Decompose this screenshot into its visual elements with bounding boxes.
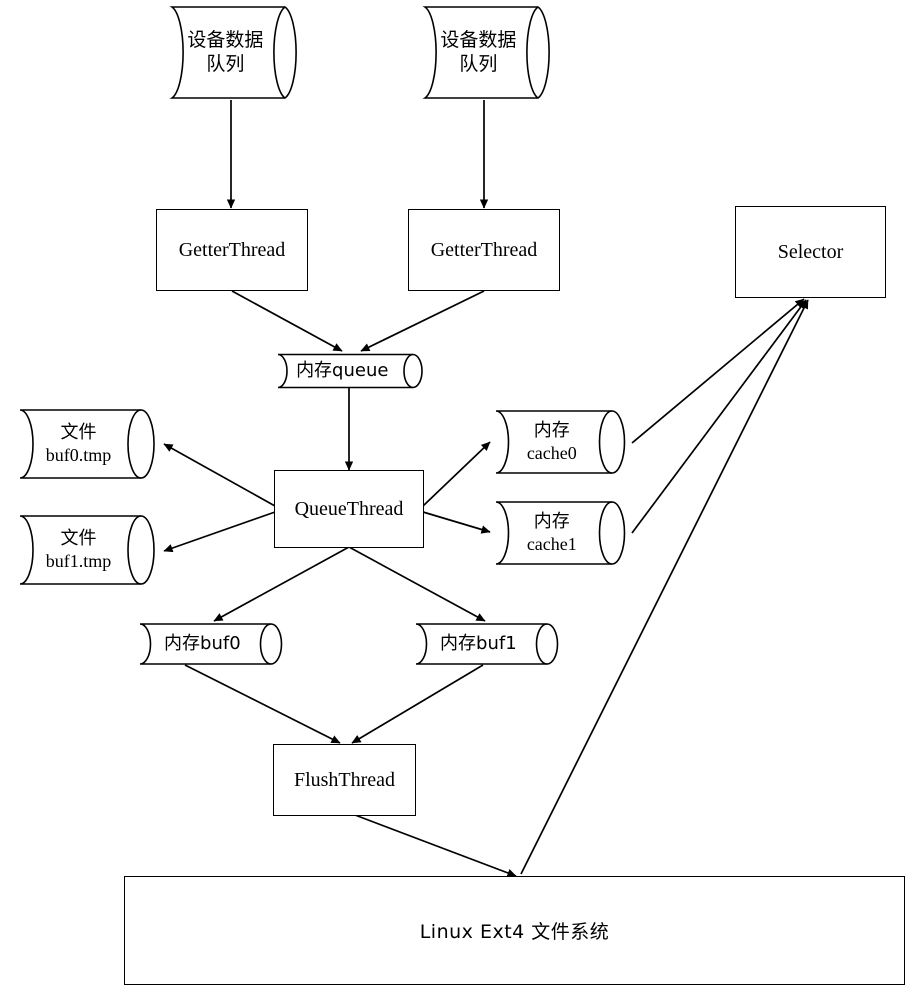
node-memory-buf1[interactable]: 内存buf1 xyxy=(406,622,565,666)
node-device-data-queue-right[interactable]: 设备数据 队列 xyxy=(411,5,559,100)
node-selector[interactable]: Selector xyxy=(735,206,886,298)
node-label-line2: buf1.tmp xyxy=(45,551,112,571)
node-label-line1: 设备数据 xyxy=(187,28,264,51)
node-memory-cache0[interactable]: 内存 cache0 xyxy=(484,409,633,475)
edge-mem-buf1-to-flushthread xyxy=(351,664,484,744)
node-memory-queue[interactable]: 内存queue xyxy=(269,353,430,389)
node-label-line2: cache1 xyxy=(526,534,577,554)
edge-flushthread-to-filesystem xyxy=(354,814,517,877)
node-label: Selector xyxy=(777,240,844,263)
edge-queuethread-to-mem-cache1 xyxy=(422,511,491,534)
edge-queuethread-to-mem-cache0 xyxy=(422,441,491,507)
edge-queuethread-to-mem-buf1 xyxy=(348,546,486,622)
node-memory-cache1[interactable]: 内存 cache1 xyxy=(484,500,633,566)
node-getter-thread-left[interactable]: GetterThread xyxy=(156,209,308,291)
diagram-canvas: 设备数据 队列 设备数据 队列 GetterThread GetterThrea… xyxy=(0,0,921,1000)
edge-mem-cache0-to-selector xyxy=(631,298,805,444)
edge-getter-right-to-mem-queue xyxy=(360,290,485,352)
node-label-line2: 队列 xyxy=(206,52,245,75)
node-label-line1: 内存 xyxy=(533,419,570,441)
node-label-line2: cache0 xyxy=(526,443,577,463)
node-label: Linux Ext4 文件系统 xyxy=(419,921,610,943)
node-label-line2: 队列 xyxy=(459,52,498,75)
node-device-data-queue-left[interactable]: 设备数据 队列 xyxy=(158,5,306,100)
node-label: FlushThread xyxy=(293,768,396,791)
node-flush-thread[interactable]: FlushThread xyxy=(273,744,416,816)
node-label-line1: 内存 xyxy=(533,510,570,532)
node-label: 内存buf1 xyxy=(440,632,517,654)
node-getter-thread-right[interactable]: GetterThread xyxy=(408,209,560,291)
edge-queuethread-to-file-buf0 xyxy=(163,443,276,507)
node-label: GetterThread xyxy=(430,238,538,261)
diagram-edges xyxy=(163,100,809,877)
edge-getter-left-to-mem-queue xyxy=(231,290,343,352)
edge-queuethread-to-mem-buf0 xyxy=(213,546,350,622)
edge-filesystem-to-selector xyxy=(520,299,809,875)
node-queue-thread[interactable]: QueueThread xyxy=(274,470,424,548)
node-linux-ext4-filesystem[interactable]: Linux Ext4 文件系统 xyxy=(124,876,905,985)
edge-queuethread-to-file-buf1 xyxy=(163,511,276,553)
node-label-line1: 文件 xyxy=(60,527,97,549)
edge-mem-cache1-to-selector xyxy=(631,299,807,534)
edge-mem-buf0-to-flushthread xyxy=(184,664,341,744)
node-label: 内存buf0 xyxy=(164,632,241,654)
node-memory-buf0[interactable]: 内存buf0 xyxy=(130,622,289,666)
node-label: 内存queue xyxy=(296,359,389,381)
node-label: GetterThread xyxy=(178,238,286,261)
node-file-buf1[interactable]: 文件 buf1.tmp xyxy=(8,514,163,586)
node-label-line1: 设备数据 xyxy=(440,28,517,51)
node-label-line1: 文件 xyxy=(60,421,97,443)
node-label: QueueThread xyxy=(294,497,404,520)
node-file-buf0[interactable]: 文件 buf0.tmp xyxy=(8,408,163,480)
node-label-line2: buf0.tmp xyxy=(45,445,112,465)
